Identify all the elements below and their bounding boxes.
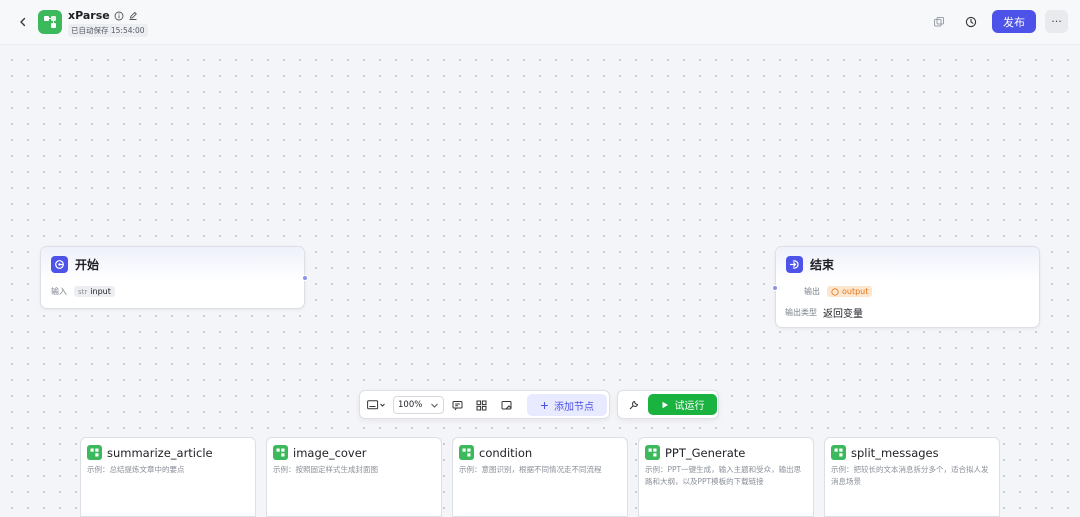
card-description: 示例：意图识别，根据不同情况走不同流程 — [459, 465, 602, 474]
history-button[interactable] — [962, 13, 980, 31]
back-button[interactable] — [15, 14, 31, 30]
start-icon — [51, 255, 68, 273]
start-output-port[interactable] — [302, 275, 308, 281]
card-title: image_cover — [293, 445, 367, 460]
play-icon — [662, 401, 668, 408]
workflow-icon — [87, 445, 102, 460]
zoom-value: 100% — [398, 400, 423, 410]
end-node-title: 结束 — [810, 257, 835, 272]
template-card-condition[interactable]: condition 示例：意图识别，根据不同情况走不同流程 — [452, 437, 628, 517]
workflow-icon — [831, 445, 846, 460]
app-title: xParse — [68, 9, 138, 22]
start-node-header: 开始 — [41, 247, 304, 281]
canvas-toolbar: 100% 添加节点 — [359, 390, 610, 419]
start-node-title: 开始 — [75, 257, 100, 272]
card-title: split_messages — [851, 445, 939, 460]
card-title: PPT_Generate — [665, 445, 746, 460]
test-run-button[interactable]: 试运行 — [648, 394, 717, 415]
copy-button[interactable] — [930, 13, 948, 31]
run-toolbar: 试运行 — [617, 390, 719, 419]
template-card-image-cover[interactable]: image_cover 示例：按照固定样式生成封面图 — [266, 437, 442, 517]
card-title: summarize_article — [107, 445, 213, 460]
more-options-button[interactable]: ··· — [1045, 10, 1068, 33]
history-icon — [965, 16, 977, 28]
workflow-icon — [459, 445, 474, 460]
publish-button[interactable]: 发布 — [992, 10, 1036, 33]
end-output-row: 输出 output — [804, 286, 873, 297]
card-description: 示例：把较长的文本消息拆分多个，适合拟人发消息场景 — [831, 465, 989, 486]
minimap-toggle[interactable] — [366, 397, 388, 413]
plus-icon — [541, 401, 548, 409]
input-variable-tag: str input — [74, 286, 115, 297]
auto-layout-button[interactable] — [473, 397, 489, 413]
add-node-button[interactable]: 添加节点 — [527, 394, 607, 416]
chevron-left-icon — [20, 17, 26, 27]
template-card-summarize-article[interactable]: summarize_article 示例：总结提炼文章中的要点 — [80, 437, 256, 517]
template-card-ppt-generate[interactable]: PPT_Generate 示例：PPT一键生成，输入主题和受众，输出思路和大纲，… — [638, 437, 814, 517]
app-name-text: xParse — [68, 9, 110, 22]
wrench-icon — [629, 400, 638, 409]
chevron-down-icon — [431, 403, 438, 408]
output-name: output — [842, 287, 869, 296]
start-node[interactable]: 开始 输入 str input — [40, 246, 308, 309]
warning-circle-icon — [831, 287, 839, 296]
grid-layout-icon — [476, 400, 486, 410]
output-type-label: 输出类型 — [785, 308, 817, 317]
output-label: 输出 — [804, 287, 820, 296]
copy-icon — [934, 17, 944, 27]
card-description: 示例：PPT一键生成，输入主题和受众，输出思路和大纲，以及PPT模板的下载链接 — [645, 465, 802, 486]
add-node-label: 添加节点 — [554, 401, 594, 413]
output-variable-tag: output — [827, 286, 873, 297]
end-node-header: 结束 — [776, 247, 1039, 281]
card-title: condition — [479, 445, 533, 460]
edit-icon[interactable] — [128, 11, 138, 21]
app-icon — [38, 10, 62, 34]
input-name: input — [90, 287, 111, 296]
image-frame-icon — [501, 400, 511, 409]
start-input-row: 输入 str input — [51, 286, 115, 297]
output-type-value: 返回变量 — [823, 309, 863, 320]
card-description: 示例：总结提炼文章中的要点 — [87, 465, 185, 474]
fit-view-button[interactable] — [498, 397, 514, 413]
comment-icon — [452, 400, 462, 410]
end-node[interactable]: 结束 输出 output 输出类型 返回变量 — [772, 246, 1040, 328]
end-input-port[interactable] — [772, 285, 778, 291]
input-label: 输入 — [51, 287, 67, 296]
input-type: str — [78, 287, 88, 296]
top-bar: xParse 已自动保存 15:54:00 发布 ··· — [0, 0, 1080, 45]
debug-tool-button[interactable] — [625, 397, 641, 413]
card-description: 示例：按照固定样式生成封面图 — [273, 465, 378, 474]
autosave-status: 已自动保存 15:54:00 — [68, 24, 148, 37]
minimap-icon — [367, 400, 385, 410]
zoom-select[interactable]: 100% — [393, 396, 444, 414]
info-icon[interactable] — [114, 11, 124, 21]
workflow-icon — [273, 445, 288, 460]
workflow-icon — [645, 445, 660, 460]
template-card-split-messages[interactable]: split_messages 示例：把较长的文本消息拆分多个，适合拟人发消息场景 — [824, 437, 1000, 517]
end-output-type-row: 输出类型 返回变量 — [785, 305, 863, 320]
end-icon — [786, 255, 803, 273]
comment-button[interactable] — [449, 397, 465, 413]
test-run-label: 试运行 — [674, 401, 705, 412]
